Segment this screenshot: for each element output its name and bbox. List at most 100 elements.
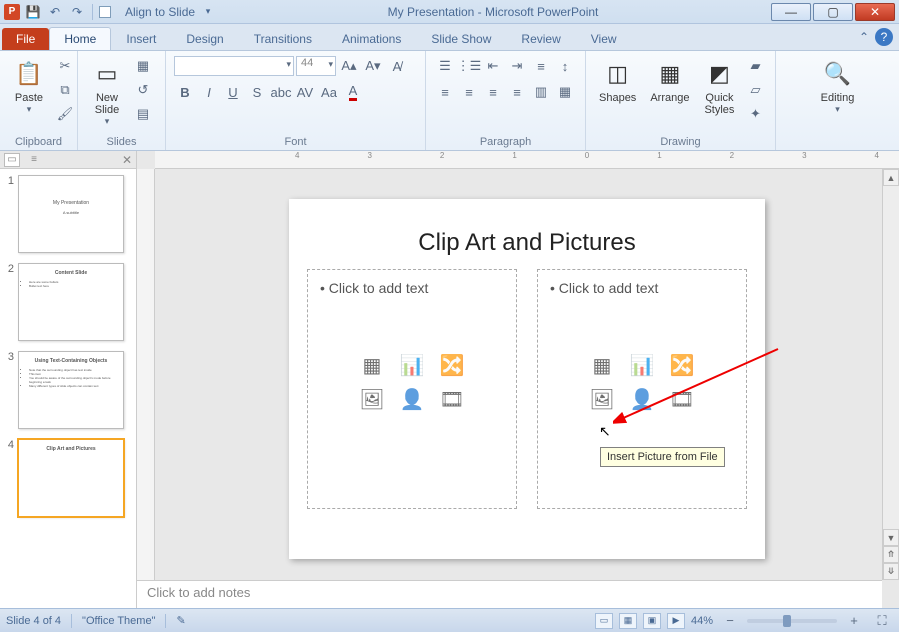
align-right-icon[interactable]: ≡ xyxy=(482,81,504,103)
insert-picture-icon[interactable]: 🖼 xyxy=(584,384,620,414)
outline-tab-icon[interactable]: ≡ xyxy=(26,153,42,167)
shrink-font-icon[interactable]: A▾ xyxy=(362,55,384,77)
insert-media-icon[interactable]: 🎞 xyxy=(664,384,700,414)
fit-to-window-icon[interactable]: ⛶ xyxy=(871,610,893,632)
insert-table-icon[interactable]: ▦ xyxy=(354,350,390,380)
strikethrough-button[interactable]: abc xyxy=(270,81,292,103)
font-color-icon[interactable]: A xyxy=(342,81,364,103)
redo-icon[interactable]: ↷ xyxy=(68,3,86,21)
sorter-view-icon[interactable]: ▦ xyxy=(619,613,637,629)
qat-customize-icon[interactable]: ▾ xyxy=(199,3,217,21)
insert-tab[interactable]: Insert xyxy=(111,27,171,50)
reset-icon[interactable]: ↺ xyxy=(132,79,154,101)
left-content-placeholder[interactable]: Click to add text ▦ 📊 🔀 🖼 👤 🎞 xyxy=(307,269,517,509)
underline-button[interactable]: U xyxy=(222,81,244,103)
home-tab[interactable]: Home xyxy=(49,27,111,50)
align-left-icon[interactable]: ≡ xyxy=(434,81,456,103)
vertical-scrollbar[interactable]: ▲ ▼ ⤊ ⤋ xyxy=(882,169,899,580)
decrease-indent-icon[interactable]: ⇤ xyxy=(482,55,504,77)
slide-thumbnail[interactable]: 3 Using Text-Containing ObjectsNote that… xyxy=(4,351,132,429)
italic-button[interactable]: I xyxy=(198,81,220,103)
insert-media-icon[interactable]: 🎞 xyxy=(434,384,470,414)
next-slide-icon[interactable]: ⤋ xyxy=(883,563,899,580)
columns-icon[interactable]: ▥ xyxy=(530,81,552,103)
zoom-slider[interactable] xyxy=(747,619,837,623)
prev-slide-icon[interactable]: ⤊ xyxy=(883,546,899,563)
file-tab[interactable]: File xyxy=(2,28,49,50)
slideshow-tab[interactable]: Slide Show xyxy=(416,27,506,50)
change-case-icon[interactable]: Aa xyxy=(318,81,340,103)
slides-tab-icon[interactable]: ▭ xyxy=(4,153,20,167)
undo-icon[interactable]: ↶ xyxy=(46,3,64,21)
layout-icon[interactable]: ▦ xyxy=(132,55,154,77)
bold-button[interactable]: B xyxy=(174,81,196,103)
insert-clipart-icon[interactable]: 👤 xyxy=(394,384,430,414)
slideshow-view-icon[interactable]: ▶ xyxy=(667,613,685,629)
slide-thumbnail[interactable]: 2 Content SlideHere are some bulletsBull… xyxy=(4,263,132,341)
shape-fill-icon[interactable]: ▰ xyxy=(744,55,766,77)
insert-table-icon[interactable]: ▦ xyxy=(584,350,620,380)
format-painter-icon[interactable]: 🖌 xyxy=(54,103,76,125)
scroll-up-icon[interactable]: ▲ xyxy=(883,169,899,186)
justify-icon[interactable]: ≡ xyxy=(506,81,528,103)
char-spacing-icon[interactable]: AV xyxy=(294,81,316,103)
horizontal-ruler: 432101234 xyxy=(155,151,899,169)
align-to-slide-checkbox[interactable] xyxy=(99,6,111,18)
scroll-down-icon[interactable]: ▼ xyxy=(883,529,899,546)
numbering-icon[interactable]: ⋮☰ xyxy=(458,55,480,77)
new-slide-button[interactable]: ▭ New Slide ▾ xyxy=(86,55,128,130)
insert-picture-icon[interactable]: 🖼 xyxy=(354,384,390,414)
editing-button[interactable]: 🔍Editing▾ xyxy=(816,55,860,118)
insert-chart-icon[interactable]: 📊 xyxy=(394,350,430,380)
smartart-icon[interactable]: ▦ xyxy=(554,81,576,103)
cut-icon[interactable]: ✂ xyxy=(54,55,76,77)
text-direction-icon[interactable]: ↕ xyxy=(554,55,576,77)
minimize-button[interactable]: — xyxy=(771,3,811,21)
normal-view-icon[interactable]: ▭ xyxy=(595,613,613,629)
shadow-button[interactable]: S xyxy=(246,81,268,103)
align-center-icon[interactable]: ≡ xyxy=(458,81,480,103)
design-tab[interactable]: Design xyxy=(171,27,238,50)
insert-smartart-icon[interactable]: 🔀 xyxy=(664,350,700,380)
minimize-ribbon-icon[interactable]: ⌃ xyxy=(859,30,869,44)
quick-styles-button[interactable]: ◩Quick Styles xyxy=(698,55,740,119)
help-icon[interactable]: ? xyxy=(875,28,893,46)
shape-effects-icon[interactable]: ✦ xyxy=(744,103,766,125)
grow-font-icon[interactable]: A▴ xyxy=(338,55,360,77)
transitions-tab[interactable]: Transitions xyxy=(239,27,327,50)
arrange-button[interactable]: ▦Arrange xyxy=(645,55,694,107)
line-spacing-icon[interactable]: ≡ xyxy=(530,55,552,77)
maximize-button[interactable]: ▢ xyxy=(813,3,853,21)
zoom-in-icon[interactable]: + xyxy=(843,610,865,632)
review-tab[interactable]: Review xyxy=(506,27,575,50)
insert-clipart-icon[interactable]: 👤 xyxy=(624,384,660,414)
shape-outline-icon[interactable]: ▱ xyxy=(744,79,766,101)
view-tab[interactable]: View xyxy=(576,27,632,50)
close-button[interactable]: ✕ xyxy=(855,3,895,21)
bullets-icon[interactable]: ☰ xyxy=(434,55,456,77)
reading-view-icon[interactable]: ▣ xyxy=(643,613,661,629)
zoom-out-icon[interactable]: − xyxy=(719,610,741,632)
copy-icon[interactable]: ⧉ xyxy=(54,79,76,101)
slide-canvas-area[interactable]: Clip Art and Pictures Click to add text … xyxy=(155,169,899,580)
right-content-placeholder[interactable]: Click to add text ▦ 📊 🔀 🖼 👤 🎞 xyxy=(537,269,747,509)
status-bar: Slide 4 of 4 "Office Theme" ✎ ▭ ▦ ▣ ▶ 44… xyxy=(0,608,899,632)
increase-indent-icon[interactable]: ⇥ xyxy=(506,55,528,77)
clear-formatting-icon[interactable]: A̸ xyxy=(386,55,408,77)
paste-button[interactable]: 📋 Paste ▾ xyxy=(8,55,50,118)
font-size-combo[interactable]: 44▾ xyxy=(296,56,336,76)
save-icon[interactable]: 💾 xyxy=(24,3,42,21)
slide-title-placeholder[interactable]: Clip Art and Pictures xyxy=(289,199,765,269)
font-name-combo[interactable]: ▾ xyxy=(174,56,294,76)
slide-thumbnail[interactable]: 1 My PresentationA subtitle xyxy=(4,175,132,253)
insert-chart-icon[interactable]: 📊 xyxy=(624,350,660,380)
animations-tab[interactable]: Animations xyxy=(327,27,416,50)
window-title: My Presentation - Microsoft PowerPoint xyxy=(217,5,769,19)
section-icon[interactable]: ▤ xyxy=(132,103,154,125)
slide-thumbnail[interactable]: 4 Clip Art and Pictures xyxy=(4,439,132,517)
notes-pane[interactable]: Click to add notes xyxy=(137,580,882,608)
insert-smartart-icon[interactable]: 🔀 xyxy=(434,350,470,380)
shapes-button[interactable]: ◫Shapes xyxy=(594,55,641,107)
thumbnail-panel-close-icon[interactable]: ✕ xyxy=(122,153,132,167)
spellcheck-icon[interactable]: ✎ xyxy=(176,614,185,627)
